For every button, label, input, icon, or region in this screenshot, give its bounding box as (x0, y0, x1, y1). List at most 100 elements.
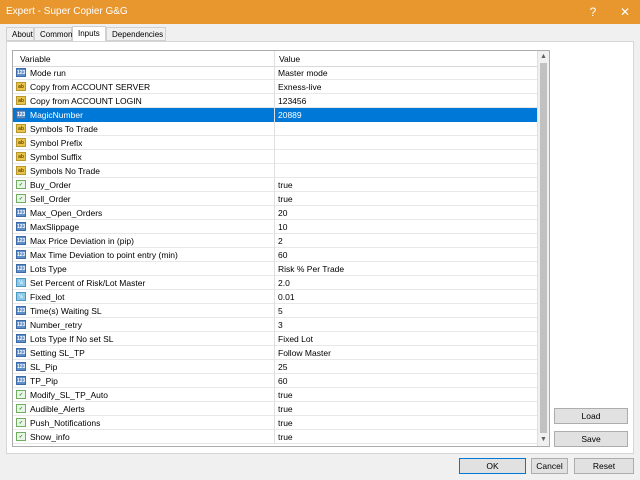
column-separator (274, 402, 275, 416)
variable-value[interactable]: 25 (278, 362, 287, 372)
variable-value[interactable]: true (278, 418, 293, 428)
column-separator (274, 206, 275, 220)
table-row[interactable]: ab Symbols No Trade (13, 164, 537, 178)
table-row[interactable]: ab Copy from ACCOUNT SERVER Exness-live (13, 80, 537, 94)
column-separator (274, 304, 275, 318)
tab-common[interactable]: Common (34, 27, 72, 41)
variable-value[interactable]: 5 (278, 306, 283, 316)
tab-about[interactable]: About (6, 27, 34, 41)
variable-value[interactable]: 2 (278, 236, 283, 246)
table-row[interactable]: ab Copy from ACCOUNT LOGIN 123456 (13, 94, 537, 108)
num-type-icon: 123 (16, 320, 26, 329)
num-type-icon: 123 (16, 348, 26, 357)
table-row[interactable]: ab Symbols To Trade (13, 122, 537, 136)
variable-name: Show_info (30, 432, 70, 442)
variable-value[interactable]: Exness-live (278, 82, 321, 92)
variable-value[interactable]: Master mode (278, 68, 328, 78)
table-row[interactable]: ✓ Modify_SL_TP_Auto true (13, 388, 537, 402)
bool-type-icon: ✓ (16, 404, 26, 413)
variable-name: Lots Type (30, 264, 67, 274)
save-button[interactable]: Save (554, 431, 628, 447)
table-row[interactable]: 123 SL_Pip 25 (13, 360, 537, 374)
bool-type-icon: ✓ (16, 418, 26, 427)
variable-value[interactable]: 10 (278, 222, 287, 232)
variable-value[interactable]: 60 (278, 376, 287, 386)
table-row[interactable]: 123 Lots Type If No set SL Fixed Lot (13, 332, 537, 346)
table-row[interactable]: ✓ Sell_Order true (13, 192, 537, 206)
variable-value[interactable]: true (278, 404, 293, 414)
help-button[interactable]: ? (578, 0, 608, 24)
inputs-grid: Variable Value 123 Mode run Master mode ab C… (12, 50, 550, 447)
reset-button[interactable]: Reset (574, 458, 634, 474)
variable-value[interactable]: true (278, 194, 293, 204)
variable-value[interactable]: 0.01 (278, 292, 295, 302)
table-row[interactable]: 123 MaxSlippage 10 (13, 220, 537, 234)
scroll-up-icon[interactable]: ▲ (538, 51, 549, 63)
variable-value[interactable]: 2.0 (278, 278, 290, 288)
variable-value[interactable]: 3 (278, 320, 283, 330)
scroll-down-icon[interactable]: ▼ (538, 434, 549, 446)
variable-value[interactable]: Risk % Per Trade (278, 264, 344, 274)
table-row[interactable]: ✓ Buy_Order true (13, 178, 537, 192)
variable-value[interactable]: 60 (278, 250, 287, 260)
variable-value[interactable]: 20 (278, 208, 287, 218)
table-row[interactable]: 123 Mode run Master mode (13, 66, 537, 80)
table-row[interactable]: 123 MagicNumber 20889 (13, 108, 537, 122)
tab-inputs[interactable]: Inputs (72, 26, 106, 42)
table-row[interactable]: 123 Max_Open_Orders 20 (13, 206, 537, 220)
num-type-icon: 123 (16, 68, 26, 77)
scrollbar-thumb[interactable] (540, 63, 547, 433)
grid-header: Variable Value (13, 51, 549, 67)
variable-value[interactable]: Fixed Lot (278, 334, 313, 344)
variable-name: Audible_Alerts (30, 404, 85, 414)
variable-name: Mode run (30, 68, 66, 78)
table-row[interactable]: ½ Fixed_lot 0.01 (13, 290, 537, 304)
table-row[interactable]: ab Symbol Prefix (13, 136, 537, 150)
num-type-icon: 123 (16, 334, 26, 343)
column-separator (274, 248, 275, 262)
close-button[interactable]: ✕ (610, 0, 640, 24)
variable-column-header[interactable]: Variable (20, 54, 51, 64)
table-row[interactable]: 123 Time(s) Waiting SL 5 (13, 304, 537, 318)
load-button[interactable]: Load (554, 408, 628, 424)
table-row[interactable]: ✓ Show_info true (13, 430, 537, 444)
table-row[interactable]: ½ Set Percent of Risk/Lot Master 2.0 (13, 276, 537, 290)
tab-dependencies[interactable]: Dependencies (106, 27, 166, 41)
ok-button[interactable]: OK (459, 458, 526, 474)
column-divider[interactable] (274, 51, 275, 66)
table-row[interactable]: 123 Lots Type Risk % Per Trade (13, 262, 537, 276)
value-column-header[interactable]: Value (279, 54, 300, 64)
variable-name: Buy_Order (30, 180, 72, 190)
variable-name: TP_Pip (30, 376, 58, 386)
cancel-button[interactable]: Cancel (531, 458, 568, 474)
column-separator (274, 262, 275, 276)
variable-name: SL_Pip (30, 362, 58, 372)
column-separator (274, 416, 275, 430)
vertical-scrollbar[interactable]: ▲ ▼ (537, 51, 549, 446)
variable-name: Symbols To Trade (30, 124, 98, 134)
table-row[interactable]: 123 Number_retry 3 (13, 318, 537, 332)
table-row[interactable]: ✓ Push_Notifications true (13, 416, 537, 430)
txt-type-icon: ab (16, 166, 26, 175)
table-row[interactable]: ✓ Audible_Alerts true (13, 402, 537, 416)
variable-name: Max Time Deviation to point entry (min) (30, 250, 178, 260)
variable-value[interactable]: true (278, 180, 293, 190)
dbl-type-icon: ½ (16, 292, 26, 301)
variable-value[interactable]: true (278, 432, 293, 442)
column-separator (274, 430, 275, 444)
column-separator (274, 360, 275, 374)
table-row[interactable]: 123 Max Time Deviation to point entry (mi… (13, 248, 537, 262)
column-separator (274, 136, 275, 150)
variable-value[interactable]: 123456 (278, 96, 306, 106)
table-row[interactable]: 123 Setting SL_TP Follow Master (13, 346, 537, 360)
txt-type-icon: ab (16, 82, 26, 91)
variable-name: Lots Type If No set SL (30, 334, 114, 344)
variable-name: Push_Notifications (30, 418, 101, 428)
table-row[interactable]: ab Symbol Suffix (13, 150, 537, 164)
variable-value[interactable]: 20889 (278, 110, 302, 120)
variable-value[interactable]: true (278, 390, 293, 400)
variable-value[interactable]: Follow Master (278, 348, 331, 358)
table-row[interactable]: 123 Max Price Deviation in (pip) 2 (13, 234, 537, 248)
table-row[interactable]: 123 TP_Pip 60 (13, 374, 537, 388)
txt-type-icon: ab (16, 152, 26, 161)
